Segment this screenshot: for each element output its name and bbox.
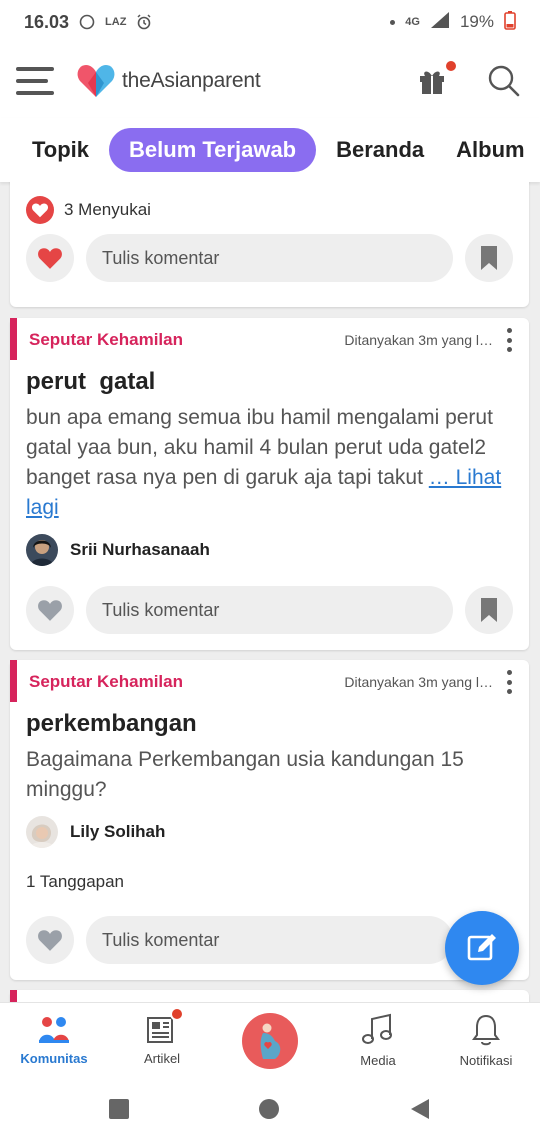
author-name: Lily Solihah <box>70 822 166 841</box>
gift-button[interactable] <box>412 59 458 101</box>
comment-input[interactable]: Tulis komentar <box>86 916 453 964</box>
notification-dot <box>170 1007 184 1021</box>
tab-topik[interactable]: Topik <box>16 128 105 172</box>
comment-row: Tulis komentar <box>26 234 513 282</box>
heart-logo-icon <box>77 65 115 97</box>
status-bar: 16.03 LAZ 4G 19% <box>0 0 540 44</box>
pregnancy-tracker-button[interactable] <box>242 1013 298 1069</box>
card-header: Seputar Kehamilan Ditanyakan 3m yang l… <box>29 670 513 694</box>
alarm-icon <box>136 14 152 30</box>
nav-label: Notifikasi <box>459 1053 513 1068</box>
community-icon <box>39 1017 69 1043</box>
search-icon <box>488 65 520 97</box>
card-header: Seputar Kehamilan Ditanyakan 3m yang l… <box>29 328 513 352</box>
bookmark-icon <box>481 246 497 270</box>
bookmark-icon <box>481 598 497 622</box>
bottom-navigation: Komunitas Artikel Media Notifikasi <box>0 1002 540 1078</box>
signal-icon <box>430 11 450 34</box>
logo-text: theAsianparent <box>122 69 261 92</box>
compose-button[interactable] <box>445 911 519 985</box>
app-header: theAsianparent <box>0 44 540 118</box>
nav-pregnancy[interactable] <box>216 1003 324 1078</box>
heart-icon <box>26 196 54 224</box>
bookmark-button[interactable] <box>465 586 513 634</box>
question-text: bun apa emang semua ibu hamil mengalami … <box>26 406 493 489</box>
gift-icon <box>420 71 444 94</box>
category-label[interactable]: Seputar Kehamilan <box>29 672 183 692</box>
recent-apps-icon[interactable] <box>109 1099 129 1119</box>
question-body[interactable]: bun apa emang semua ibu hamil mengalami … <box>26 403 511 523</box>
question-body[interactable]: Bagaimana Perkembangan usia kandungan 15… <box>26 745 511 805</box>
tab-belum-terjawab[interactable]: Belum Terjawab <box>109 128 317 172</box>
like-button[interactable] <box>26 916 74 964</box>
back-icon[interactable] <box>409 1097 431 1121</box>
comment-row: Tulis komentar <box>26 586 513 634</box>
category-accent <box>10 990 17 1002</box>
dot-icon <box>390 19 396 25</box>
tab-album[interactable]: Album <box>440 128 540 172</box>
question-feed[interactable]: 3 Menyukai Tulis komentar Seputar Kehami… <box>0 182 540 1002</box>
network-type: 4G <box>405 16 420 28</box>
bell-icon <box>472 1014 500 1046</box>
question-title[interactable]: perkembangan <box>26 710 197 738</box>
nav-komunitas[interactable]: Komunitas <box>0 1003 108 1078</box>
question-card[interactable]: Seputar Kehamilan Ditanyakan 3m yang l… … <box>10 318 529 650</box>
battery-level: 19% <box>459 12 494 31</box>
heart-icon <box>38 930 62 951</box>
author-name: Srii Nurhasanaah <box>70 540 210 559</box>
more-options-icon[interactable] <box>499 670 519 694</box>
author[interactable]: Srii Nurhasanaah <box>26 534 210 566</box>
asked-time: Ditanyakan 3m yang l… <box>344 332 493 348</box>
edit-icon <box>467 934 496 961</box>
nav-label: Komunitas <box>20 1051 88 1066</box>
comment-input[interactable]: Tulis komentar <box>86 586 453 634</box>
tab-beranda[interactable]: Beranda <box>320 128 440 172</box>
comment-input[interactable]: Tulis komentar <box>86 234 453 282</box>
bookmark-button[interactable] <box>465 234 513 282</box>
nav-artikel[interactable]: Artikel <box>108 1003 216 1078</box>
asked-time: Ditanyakan 3m yang l… <box>344 674 493 690</box>
tab-bar: Topik Belum Terjawab Beranda Album <box>0 118 540 182</box>
like-button[interactable] <box>26 586 74 634</box>
system-navigation-bar <box>0 1078 540 1140</box>
search-button[interactable] <box>484 61 524 101</box>
pregnancy-icon <box>260 1023 281 1059</box>
battery-icon <box>504 10 516 35</box>
author[interactable]: Lily Solihah <box>26 816 165 848</box>
nav-label: Media <box>360 1053 396 1068</box>
question-card: 3 Menyukai Tulis komentar <box>10 182 529 307</box>
question-title[interactable]: perut gatal <box>26 368 155 396</box>
nav-label: Artikel <box>143 1051 181 1066</box>
laz-icon: LAZ <box>105 16 127 28</box>
app-logo[interactable]: theAsianparent <box>76 63 261 99</box>
likes-count: 3 Menyukai <box>64 200 151 219</box>
category-accent <box>10 660 17 702</box>
avatar <box>26 816 58 848</box>
menu-icon[interactable] <box>16 67 56 95</box>
music-note-icon <box>362 1013 392 1044</box>
heart-icon <box>38 248 62 269</box>
heart-icon <box>38 600 62 621</box>
more-options-icon[interactable] <box>499 328 519 352</box>
response-count[interactable]: 1 Tanggapan <box>26 872 124 892</box>
notification-circle-icon <box>79 14 95 30</box>
category-accent <box>10 318 17 360</box>
like-button[interactable] <box>26 234 74 282</box>
avatar <box>26 534 58 566</box>
likes-row: 3 Menyukai <box>26 196 151 224</box>
comment-row: Tulis komentar <box>26 916 513 964</box>
category-label[interactable]: Seputar Kehamilan <box>29 330 183 350</box>
home-icon[interactable] <box>259 1099 279 1119</box>
nav-media[interactable]: Media <box>324 1003 432 1078</box>
question-card[interactable] <box>10 990 529 1002</box>
notification-dot <box>444 59 458 73</box>
nav-notifikasi[interactable]: Notifikasi <box>432 1003 540 1078</box>
status-time: 16.03 <box>24 11 70 32</box>
